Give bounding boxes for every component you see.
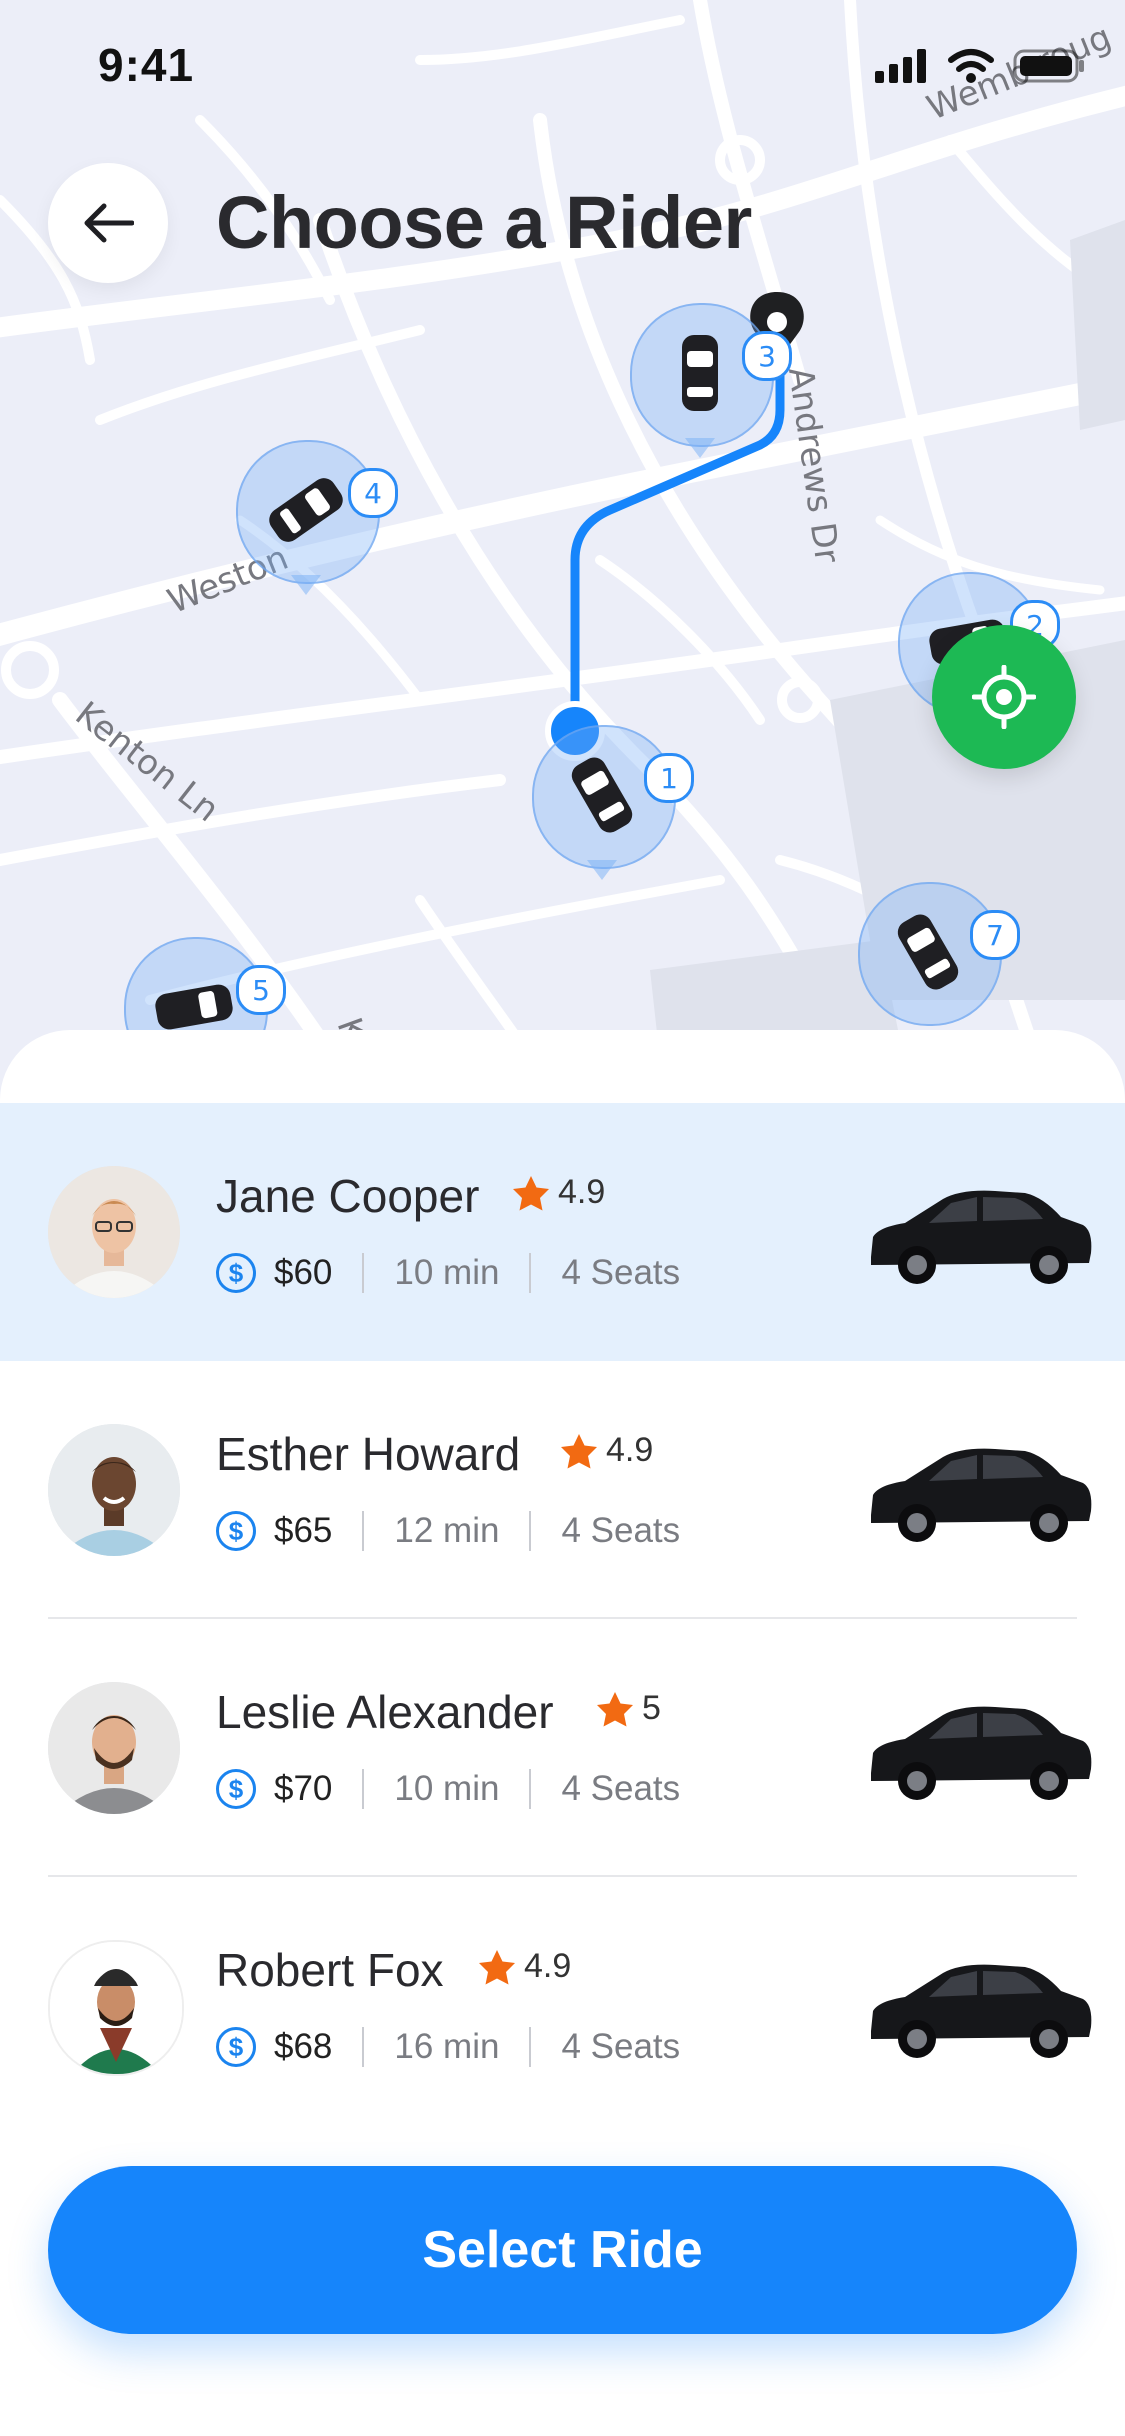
divider bbox=[362, 1769, 365, 1809]
status-bar: 9:41 bbox=[0, 0, 1125, 140]
wifi-icon bbox=[948, 49, 994, 83]
rider-seats: 4 Seats bbox=[561, 1769, 681, 1808]
car-side-icon bbox=[871, 1964, 1092, 2058]
driver-badge: 7 bbox=[970, 910, 1020, 960]
crosshair-icon bbox=[972, 665, 1036, 729]
rating-value: 5 bbox=[642, 1689, 661, 1727]
car-top-icon bbox=[897, 914, 959, 990]
rider-rating: 4.9 bbox=[560, 1431, 653, 1470]
rider-meta: $ $60 10 min 4 Seats bbox=[216, 1253, 680, 1293]
rider-price: $70 bbox=[274, 1769, 333, 1808]
driver-badge: 1 bbox=[644, 753, 694, 803]
rider-meta: $ $65 12 min 4 Seats bbox=[216, 1511, 680, 1551]
signal-icon bbox=[875, 49, 926, 83]
back-button[interactable] bbox=[48, 163, 168, 283]
car-top-icon bbox=[682, 335, 718, 458]
driver-badge: 5 bbox=[236, 965, 286, 1015]
car-side-icon bbox=[871, 1190, 1092, 1284]
rider-rating: 4.9 bbox=[478, 1947, 571, 1986]
avatar bbox=[48, 1166, 180, 1298]
avatar bbox=[48, 1940, 184, 2076]
locate-me-button[interactable] bbox=[932, 625, 1076, 769]
rider-eta: 10 min bbox=[394, 1253, 500, 1292]
star-icon bbox=[513, 1175, 549, 1210]
status-time: 9:41 bbox=[98, 39, 195, 91]
map-view[interactable]: Weston Kenton Ln Andrews Dr Wemb roug K … bbox=[0, 0, 1125, 1105]
rider-list: Jane Cooper 4.9 $ $60 10 min 4 Seats Est… bbox=[0, 1103, 1125, 2135]
rider-meta: $ $70 10 min 4 Seats bbox=[216, 1769, 680, 1809]
divider bbox=[529, 1769, 532, 1809]
rider-eta: 16 min bbox=[394, 2027, 500, 2066]
divider bbox=[529, 1253, 532, 1293]
rider-price: $60 bbox=[274, 1253, 333, 1292]
rider-name: Leslie Alexander bbox=[216, 1686, 554, 1738]
select-ride-button[interactable]: Select Ride bbox=[48, 2166, 1077, 2334]
dollar-icon: $ bbox=[216, 1253, 256, 1293]
divider bbox=[362, 1253, 365, 1293]
star-icon bbox=[479, 1949, 515, 1984]
avatar bbox=[48, 1682, 180, 1814]
rating-value: 4.9 bbox=[558, 1173, 606, 1211]
rating-value: 4.9 bbox=[606, 1431, 654, 1469]
rider-eta: 10 min bbox=[394, 1769, 500, 1808]
rider-rating: 5 bbox=[596, 1689, 661, 1728]
avatar bbox=[48, 1424, 180, 1556]
rider-seats: 4 Seats bbox=[561, 1511, 681, 1550]
car-side-icon bbox=[871, 1706, 1092, 1800]
rider-rating: 4.9 bbox=[512, 1173, 605, 1212]
car-top-icon bbox=[269, 478, 343, 595]
rating-value: 4.9 bbox=[524, 1947, 572, 1985]
dollar-icon: $ bbox=[216, 1769, 256, 1809]
divider bbox=[362, 1511, 365, 1551]
rider-row-jane-cooper[interactable]: Jane Cooper 4.9 $ $60 10 min 4 Seats bbox=[0, 1103, 1125, 1361]
dollar-icon: $ bbox=[216, 1511, 256, 1551]
dollar-icon: $ bbox=[216, 2027, 256, 2067]
car-side-icon bbox=[871, 1448, 1092, 1542]
rider-meta: $ $68 16 min 4 Seats bbox=[216, 2027, 680, 2067]
rider-seats: 4 Seats bbox=[561, 2027, 681, 2066]
car-top-icon bbox=[571, 757, 633, 880]
arrow-left-icon bbox=[84, 203, 134, 243]
rider-price: $68 bbox=[274, 2027, 333, 2066]
divider bbox=[529, 2027, 532, 2067]
divider bbox=[529, 1511, 532, 1551]
rider-name: Esther Howard bbox=[216, 1428, 521, 1480]
rider-price: $65 bbox=[274, 1511, 333, 1550]
driver-badge: 3 bbox=[742, 331, 792, 381]
rider-eta: 12 min bbox=[394, 1511, 500, 1550]
status-icons bbox=[875, 48, 1085, 84]
star-icon bbox=[597, 1691, 633, 1726]
driver-badge: 4 bbox=[348, 468, 398, 518]
rider-row-robert-fox[interactable]: Robert Fox 4.9 $ $68 16 min 4 Seats bbox=[0, 1877, 1125, 2135]
rider-row-leslie-alexander[interactable]: Leslie Alexander 5 $ $70 10 min 4 Seats bbox=[0, 1619, 1125, 1877]
rider-name: Jane Cooper bbox=[216, 1170, 480, 1222]
rider-seats: 4 Seats bbox=[561, 1253, 681, 1292]
page-title: Choose a Rider bbox=[216, 181, 752, 264]
star-icon bbox=[561, 1433, 597, 1468]
battery-icon bbox=[1013, 49, 1084, 83]
rider-name: Robert Fox bbox=[216, 1944, 444, 1996]
divider bbox=[362, 2027, 365, 2067]
rider-row-esther-howard[interactable]: Esther Howard 4.9 $ $65 12 min 4 Seats bbox=[0, 1361, 1125, 1619]
